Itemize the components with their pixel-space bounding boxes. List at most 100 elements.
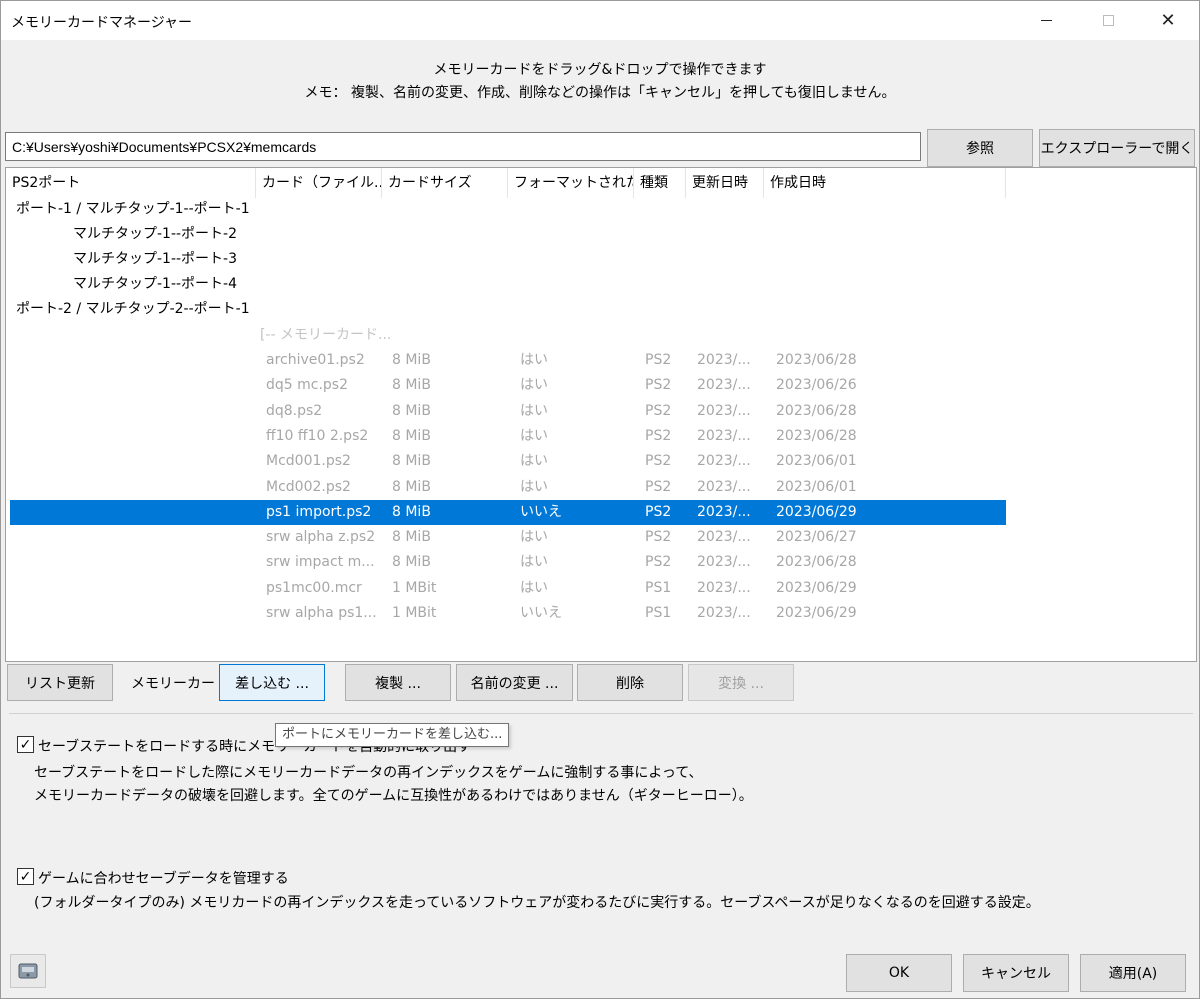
card-formatted: はい (520, 352, 548, 368)
card-name: srw alpha ps1... (266, 605, 377, 621)
column-header-port[interactable]: PS2ポート (6, 168, 256, 198)
refresh-list-button[interactable]: リスト更新 (7, 664, 113, 701)
duplicate-button[interactable]: 複製 ... (345, 664, 451, 701)
card-type: PS2 (645, 504, 672, 520)
manage-saves-label[interactable]: ゲームに合わせセーブデータを管理する (38, 868, 289, 888)
minimize-button[interactable] (1015, 1, 1077, 40)
card-formatted: はい (520, 428, 548, 444)
cancel-button[interactable]: キャンセル (963, 954, 1069, 992)
convert-button: 変換 ... (688, 664, 794, 701)
card-type: PS2 (645, 428, 672, 444)
card-modified: 2023/... (697, 479, 751, 495)
card-size: 8 MiB (392, 529, 431, 545)
auto-eject-description: セーブステートをロードした際にメモリーカードデータの再インデックスをゲームに強制… (34, 762, 753, 808)
table-row[interactable]: archive01.ps2 8 MiB はい PS2 2023/... 2023/06/2… (10, 348, 1006, 373)
group-header-label: [-- メモリーカード... (260, 327, 392, 343)
column-header-size[interactable]: カードサイズ (382, 168, 508, 198)
close-button[interactable]: ✕ (1137, 1, 1199, 40)
card-size: 8 MiB (392, 554, 431, 570)
insert-button[interactable]: 差し込む ... (219, 664, 325, 701)
card-name: srw impact m... (266, 554, 375, 570)
card-formatted: はい (520, 377, 548, 393)
card-modified: 2023/... (697, 352, 751, 368)
column-header-type[interactable]: 種類 (634, 168, 686, 198)
table-row[interactable]: Mcd001.ps2 8 MiB はい PS2 2023/... 2023/06/01 (10, 449, 1006, 474)
auto-eject-checkbox[interactable]: ✓ (17, 736, 34, 753)
manage-saves-checkbox[interactable]: ✓ (17, 868, 34, 885)
card-name: archive01.ps2 (266, 352, 365, 368)
insert-tooltip: ポートにメモリーカードを差し込む... (275, 723, 510, 747)
config-icon-button[interactable] (10, 954, 46, 988)
card-type: PS1 (645, 580, 672, 596)
card-size: 1 MBit (392, 580, 437, 596)
card-formatted: はい (520, 529, 548, 545)
column-header-modified[interactable]: 更新日時 (686, 168, 764, 198)
list-item-port[interactable]: マルチタップ-1--ポート-3 (10, 247, 1006, 272)
card-type: PS2 (645, 453, 672, 469)
browse-button[interactable]: 参照 (927, 129, 1033, 167)
card-modified: 2023/... (697, 529, 751, 545)
delete-button[interactable]: 削除 (577, 664, 683, 701)
card-type: PS2 (645, 377, 672, 393)
card-formatted: はい (520, 479, 548, 495)
table-row-selected[interactable]: ps1 import.ps2 8 MiB いいえ PS2 2023/... 2023/06… (10, 500, 1006, 525)
card-created: 2023/06/26 (776, 377, 857, 393)
card-created: 2023/06/28 (776, 428, 857, 444)
card-modified: 2023/... (697, 580, 751, 596)
port-label: ポート-1 / マルチタップ-1--ポート-1 (16, 201, 250, 217)
table-row[interactable]: dq8.ps2 8 MiB はい PS2 2023/... 2023/06/28 (10, 399, 1006, 424)
list-item-port[interactable]: マルチタップ-1--ポート-2 (10, 222, 1006, 247)
column-header-created[interactable]: 作成日時 (764, 168, 1006, 198)
card-name: dq8.ps2 (266, 403, 323, 419)
column-header-card[interactable]: カード（ファイル... (256, 168, 382, 198)
card-created: 2023/06/28 (776, 554, 857, 570)
card-modified: 2023/... (697, 403, 751, 419)
memory-card-list[interactable]: PS2ポート カード（ファイル... カードサイズ フォーマットされた 種類 更… (5, 167, 1197, 662)
close-icon: ✕ (1160, 10, 1176, 31)
maximize-icon (1102, 15, 1114, 26)
card-modified: 2023/... (697, 554, 751, 570)
port-label: マルチタップ-1--ポート-3 (73, 251, 238, 267)
apply-button[interactable]: 適用(A) (1080, 954, 1186, 992)
card-size: 8 MiB (392, 403, 431, 419)
table-row[interactable]: srw alpha z.ps2 8 MiB はい PS2 2023/... 2023/06… (10, 525, 1006, 550)
card-name: Mcd002.ps2 (266, 479, 351, 495)
port-label: マルチタップ-1--ポート-4 (73, 276, 238, 292)
list-item-port[interactable]: ポート-2 / マルチタップ-2--ポート-1 (10, 297, 1006, 322)
card-created: 2023/06/01 (776, 453, 857, 469)
card-created: 2023/06/01 (776, 479, 857, 495)
card-formatted: はい (520, 554, 548, 570)
column-header-formatted[interactable]: フォーマットされた (508, 168, 634, 198)
card-modified: 2023/... (697, 504, 751, 520)
card-size: 8 MiB (392, 504, 431, 520)
table-row[interactable]: dq5 mc.ps2 8 MiB はい PS2 2023/... 2023/06/26 (10, 373, 1006, 398)
card-name: Mcd001.ps2 (266, 453, 351, 469)
manage-saves-description: (フォルダータイプのみ) メモリカードの再インデックスを走っているソフトウェアが… (34, 895, 1040, 911)
card-formatted: はい (520, 453, 548, 469)
checkmark-icon: ✓ (19, 736, 32, 753)
port-label: マルチタップ-1--ポート-2 (73, 226, 238, 242)
table-row[interactable]: srw alpha ps1... 1 MBit いいえ PS1 2023/... 2023… (10, 601, 1006, 626)
card-type: PS2 (645, 554, 672, 570)
list-item-port[interactable]: ポート-1 / マルチタップ-1--ポート-1 (10, 197, 1006, 222)
auto-eject-description-line-1: セーブステートをロードした際にメモリーカードデータの再インデックスをゲームに強制… (34, 765, 703, 781)
card-size: 1 MBit (392, 605, 437, 621)
card-modified: 2023/... (697, 428, 751, 444)
card-created: 2023/06/28 (776, 352, 857, 368)
table-row[interactable]: srw impact m... 8 MiB はい PS2 2023/... 2023/06… (10, 550, 1006, 575)
ok-button[interactable]: OK (846, 954, 952, 992)
card-size: 8 MiB (392, 428, 431, 444)
card-created: 2023/06/29 (776, 605, 857, 621)
table-row[interactable]: ps1mc00.mcr 1 MBit はい PS1 2023/... 2023/06/29 (10, 576, 1006, 601)
notice-line-1: メモリーカードをドラッグ&ドロップで操作できます (433, 62, 767, 78)
table-row[interactable]: Mcd002.ps2 8 MiB はい PS2 2023/... 2023/06/01 (10, 475, 1006, 500)
memcard-folder-path-input[interactable] (5, 132, 921, 161)
list-item-port[interactable]: マルチタップ-1--ポート-4 (10, 272, 1006, 297)
card-size: 8 MiB (392, 453, 431, 469)
window-title: メモリーカードマネージャー (11, 15, 193, 31)
card-name: ps1mc00.mcr (266, 580, 362, 596)
rename-button[interactable]: 名前の変更 ... (456, 664, 573, 701)
table-row[interactable]: ff10 ff10 2.ps2 8 MiB はい PS2 2023/... 2023/06… (10, 424, 1006, 449)
card-size: 8 MiB (392, 479, 431, 495)
open-explorer-button[interactable]: エクスプローラーで開く (1039, 129, 1195, 167)
